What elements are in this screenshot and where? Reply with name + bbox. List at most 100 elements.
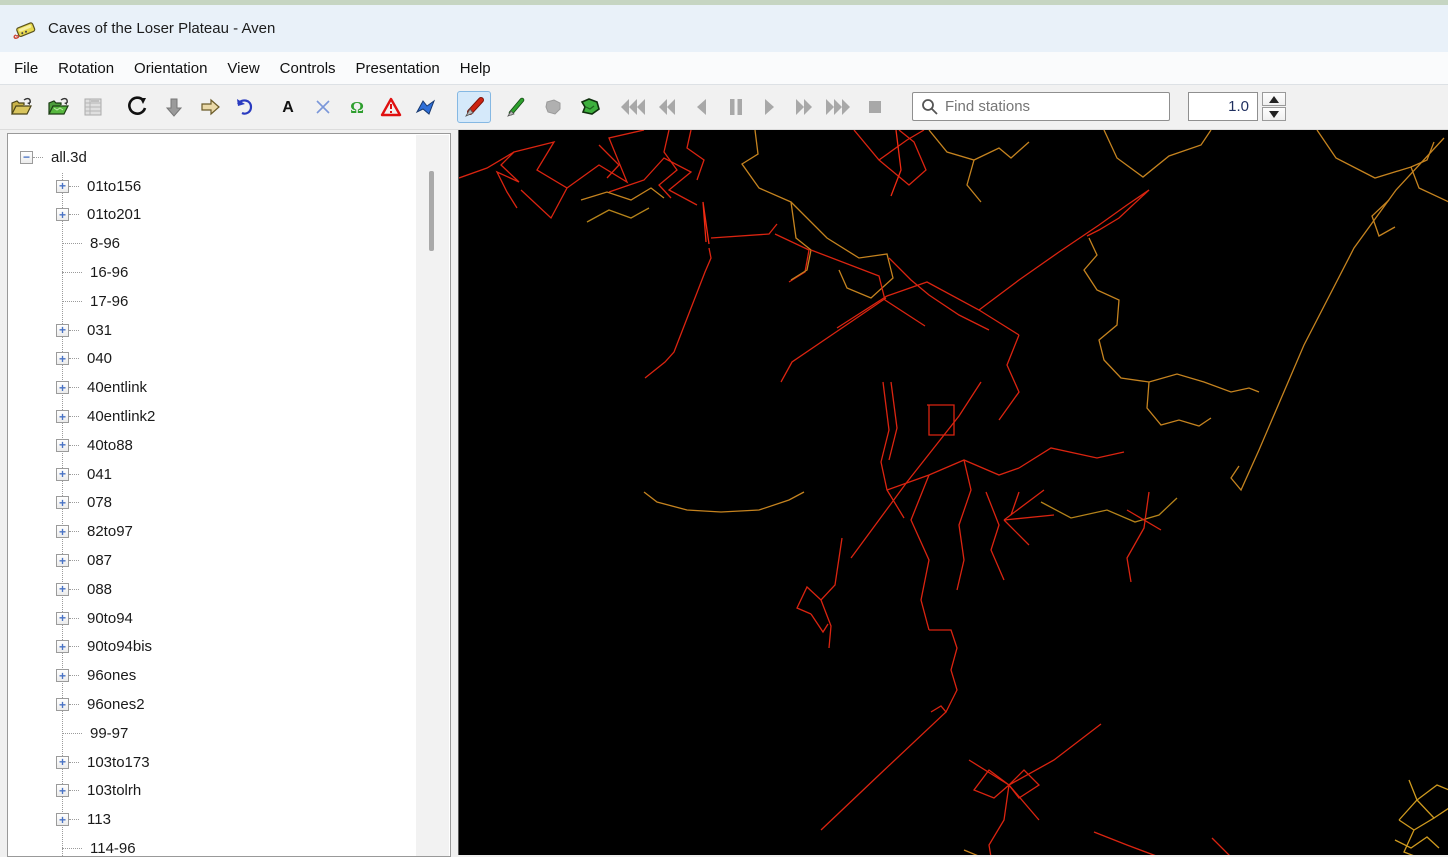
tree-item-078[interactable]: +078 [8, 489, 414, 518]
tree-item-82to97[interactable]: +82to97 [8, 517, 414, 546]
open-terrain-button[interactable] [45, 93, 73, 121]
expand-toggle-103to173[interactable]: + [56, 755, 69, 769]
show-entrances-button[interactable]: Ω [343, 93, 371, 121]
tree-item-99-97[interactable]: 99-97 [8, 719, 414, 748]
expand-toggle-078[interactable]: + [56, 496, 69, 510]
expand-toggle-01to156[interactable]: + [56, 179, 69, 193]
tree-item-01to156[interactable]: +01to156 [8, 172, 414, 201]
presentation-go-start-button[interactable] [619, 93, 647, 121]
survey-leg [836, 281, 1020, 336]
plan-view-button[interactable] [160, 93, 188, 121]
tree-item-40entlink2[interactable]: +40entlink2 [8, 402, 414, 431]
tree-item-label: 90to94 [87, 609, 133, 627]
presentation-pause-button[interactable] [722, 93, 750, 121]
tree-item-041[interactable]: +041 [8, 460, 414, 489]
show-exported-points-button[interactable] [411, 93, 439, 121]
tree-item-40to88[interactable]: +40to88 [8, 431, 414, 460]
show-tubes-button[interactable] [539, 93, 567, 121]
tree-item-all.3d[interactable]: − all.3d [8, 143, 414, 172]
expand-toggle-040[interactable]: + [56, 352, 69, 366]
expand-toggle-96ones[interactable]: + [56, 669, 69, 683]
open-button[interactable] [8, 93, 36, 121]
tree-item-label: 103to173 [87, 753, 150, 771]
presentation-go-end-button[interactable] [824, 93, 852, 121]
cave-view-canvas[interactable] [458, 130, 1448, 855]
tree-item-01to201[interactable]: +01to201 [8, 201, 414, 230]
menu-help[interactable]: Help [450, 53, 501, 84]
expand-toggle-40to88[interactable]: + [56, 438, 69, 452]
restore-default-view-button[interactable] [230, 93, 258, 121]
expand-toggle-031[interactable]: + [56, 323, 69, 337]
survey-leg [886, 459, 1020, 491]
presentation-rewind-button[interactable] [653, 93, 681, 121]
survey-leg [796, 537, 843, 615]
show-station-names-button[interactable]: A [274, 93, 302, 121]
scale-value-field[interactable]: 1.0 [1188, 92, 1258, 121]
presentation-stop-button[interactable] [861, 93, 889, 121]
tree-item-088[interactable]: +088 [8, 575, 414, 604]
tree-item-103to173[interactable]: +103to173 [8, 748, 414, 777]
survey-leg [774, 233, 810, 283]
survey-leg [1230, 137, 1445, 492]
scale-increase-button[interactable] [1262, 92, 1286, 106]
expand-toggle-96ones2[interactable]: + [56, 698, 69, 712]
expand-toggle-041[interactable]: + [56, 467, 69, 481]
fixed-points-triangle-icon [380, 97, 402, 117]
tree-item-17-96[interactable]: 17-96 [8, 287, 414, 316]
tree-item-90to94[interactable]: +90to94 [8, 604, 414, 633]
tree-scrollbar-thumb[interactable] [429, 171, 434, 251]
tubes-icon [545, 99, 561, 115]
tree-item-114-96[interactable]: 114-96 [8, 834, 414, 856]
scale-decrease-button[interactable] [1262, 107, 1286, 121]
tree-item-96ones[interactable]: +96ones [8, 661, 414, 690]
expand-toggle-01to201[interactable]: + [56, 208, 69, 222]
tree-item-087[interactable]: +087 [8, 546, 414, 575]
survey-leg [1433, 807, 1448, 819]
tree-item-103tolrh[interactable]: +103tolrh [8, 777, 414, 806]
title-bar[interactable]: Caves of the Loser Plateau - Aven [0, 5, 1448, 52]
tree-item-label: 40entlink [87, 379, 148, 397]
tree-item-90to94bis[interactable]: +90to94bis [8, 633, 414, 662]
survey-leg [741, 130, 812, 281]
expand-toggle-40entlink[interactable]: + [56, 381, 69, 395]
aven-app-icon [13, 21, 36, 39]
tree-item-40entlink[interactable]: +40entlink [8, 373, 414, 402]
tree-item-8-96[interactable]: 8-96 [8, 229, 414, 258]
expand-toggle-82to97[interactable]: + [56, 525, 69, 539]
tree-item-031[interactable]: +031 [8, 316, 414, 345]
elevation-view-button[interactable] [196, 93, 224, 121]
show-crosses-button[interactable] [309, 93, 337, 121]
menu-presentation[interactable]: Presentation [346, 53, 450, 84]
menu-rotation[interactable]: Rotation [48, 53, 124, 84]
show-terrain-button[interactable] [576, 93, 604, 121]
show-underground-legs-button[interactable] [457, 91, 491, 123]
menu-file[interactable]: File [4, 53, 48, 84]
expand-toggle-90to94[interactable]: + [56, 611, 69, 625]
show-log-button[interactable] [79, 93, 107, 121]
menu-orientation[interactable]: Orientation [124, 53, 217, 84]
expand-toggle-087[interactable]: + [56, 554, 69, 568]
presentation-play-back-button[interactable] [687, 93, 715, 121]
expand-toggle-088[interactable]: + [56, 582, 69, 596]
collapse-toggle-all.3d[interactable]: − [20, 150, 33, 164]
survey-leg [1394, 836, 1440, 849]
find-stations-input[interactable] [945, 98, 1161, 115]
find-stations-box [912, 92, 1170, 121]
show-surface-legs-button[interactable] [501, 93, 529, 121]
tree-item-113[interactable]: +113 [8, 805, 414, 834]
menu-controls[interactable]: Controls [270, 53, 346, 84]
tree-item-96ones2[interactable]: +96ones2 [8, 690, 414, 719]
tree-item-16-96[interactable]: 16-96 [8, 258, 414, 287]
expand-toggle-113[interactable]: + [56, 813, 69, 827]
survey-leg [963, 849, 978, 855]
expand-toggle-103tolrh[interactable]: + [56, 784, 69, 798]
menu-view[interactable]: View [217, 53, 269, 84]
expand-toggle-90to94bis[interactable]: + [56, 640, 69, 654]
presentation-fast-forward-button[interactable] [790, 93, 818, 121]
tree-scrollbar-track[interactable] [416, 135, 449, 856]
toggle-rotation-button[interactable] [124, 93, 152, 121]
show-fixed-points-button[interactable] [377, 93, 405, 121]
expand-toggle-40entlink2[interactable]: + [56, 410, 69, 424]
presentation-play-button[interactable] [756, 93, 784, 121]
tree-item-040[interactable]: +040 [8, 345, 414, 374]
